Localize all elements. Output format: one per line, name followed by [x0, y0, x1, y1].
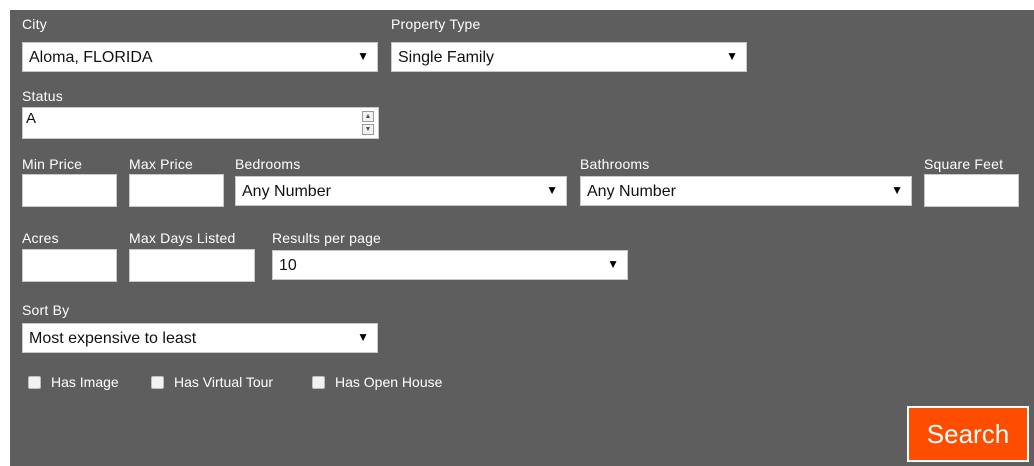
status-input-value: A [26, 110, 37, 127]
dropdown-arrow-icon: ▼ [357, 330, 369, 344]
property-type-select[interactable]: Single Family ▼ [391, 42, 747, 72]
checkbox-icon[interactable] [312, 375, 325, 389]
city-select[interactable]: Aloma, FLORIDA ▼ [22, 42, 378, 72]
property-type-select-value: Single Family [398, 49, 495, 66]
min-price-input[interactable] [22, 174, 117, 207]
checkbox-icon[interactable] [28, 375, 41, 389]
has-open-house-checkbox[interactable]: Has Open House [312, 374, 442, 390]
dropdown-arrow-icon: ▼ [726, 49, 738, 63]
has-image-checkbox[interactable]: Has Image [28, 374, 119, 390]
bathrooms-select[interactable]: Any Number ▼ [580, 176, 912, 206]
acres-input[interactable] [22, 249, 117, 282]
max-price-label: Max Price [129, 156, 194, 172]
bedrooms-label: Bedrooms [235, 156, 301, 172]
has-image-label: Has Image [51, 374, 119, 390]
dropdown-arrow-icon: ▼ [607, 257, 619, 271]
results-per-page-select[interactable]: 10 ▼ [272, 250, 628, 280]
city-select-value: Aloma, FLORIDA [29, 49, 153, 66]
acres-label: Acres [22, 230, 59, 246]
spinner-down-icon[interactable]: ▼ [362, 124, 374, 135]
sort-by-select[interactable]: Most expensive to least ▼ [22, 323, 378, 353]
search-form-panel: City Aloma, FLORIDA ▼ Property Type Sing… [10, 10, 1034, 466]
bathrooms-label: Bathrooms [580, 156, 650, 172]
has-virtual-tour-label: Has Virtual Tour [174, 374, 274, 390]
max-days-listed-input[interactable] [129, 249, 255, 282]
checkbox-icon[interactable] [151, 375, 164, 389]
spinner-arrows-icon[interactable]: ▲ ▼ [362, 111, 374, 135]
results-per-page-label: Results per page [272, 230, 382, 246]
bedrooms-select-value: Any Number [242, 183, 331, 200]
dropdown-arrow-icon: ▼ [546, 183, 558, 197]
dropdown-arrow-icon: ▼ [891, 183, 903, 197]
search-button[interactable]: Search [907, 406, 1029, 462]
bedrooms-select[interactable]: Any Number ▼ [235, 176, 567, 206]
bathrooms-select-value: Any Number [587, 183, 676, 200]
square-feet-label: Square Feet [924, 156, 1004, 172]
sort-by-select-value: Most expensive to least [29, 330, 197, 347]
dropdown-arrow-icon: ▼ [357, 49, 369, 63]
min-price-label: Min Price [22, 156, 83, 172]
has-open-house-label: Has Open House [335, 374, 443, 390]
results-per-page-select-value: 10 [279, 257, 297, 274]
has-virtual-tour-checkbox[interactable]: Has Virtual Tour [151, 374, 273, 390]
status-input[interactable]: A ▲ ▼ [22, 107, 379, 139]
property-type-label: Property Type [391, 16, 481, 32]
spinner-up-icon[interactable]: ▲ [362, 111, 374, 122]
sort-by-label: Sort By [22, 302, 70, 318]
city-label: City [22, 16, 47, 32]
max-price-input[interactable] [129, 174, 224, 207]
status-label: Status [22, 88, 63, 104]
square-feet-input[interactable] [924, 174, 1019, 207]
max-days-listed-label: Max Days Listed [129, 230, 236, 246]
